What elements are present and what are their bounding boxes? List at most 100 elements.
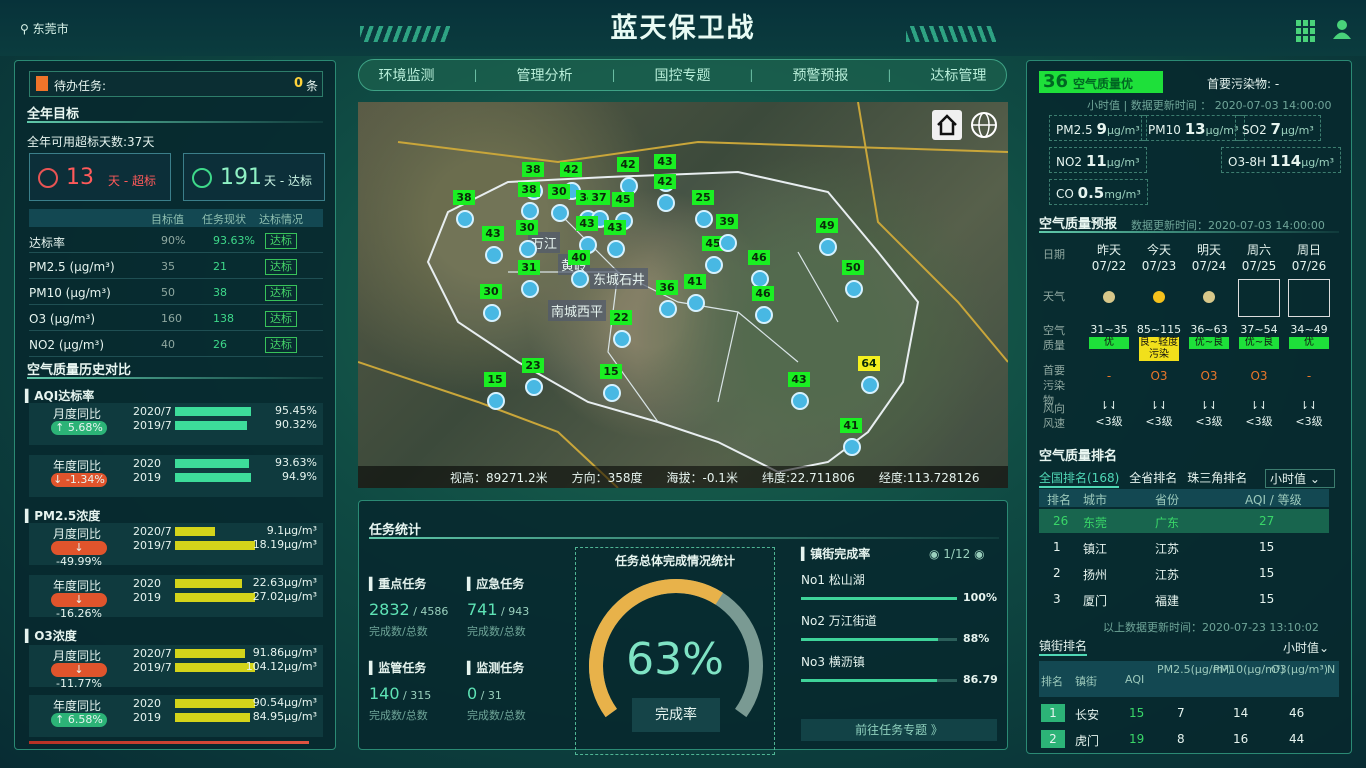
tab-province[interactable]: 全省排名 [1129,469,1177,488]
station-marker[interactable]: 42 [617,157,639,172]
pollutant-value: 7 [1270,120,1281,138]
tab-national[interactable]: 全国排名(168) [1039,469,1120,488]
station-pin-icon[interactable] [687,294,705,312]
station-marker[interactable]: 46 [752,286,774,301]
rank-period-select[interactable]: 小时值 ⌄ [1265,469,1335,488]
station-marker[interactable]: 22 [610,310,632,325]
town-rank-row[interactable]: 2 虎门 19 8 16 44 [1039,727,1339,751]
rank-row[interactable]: 26 东莞 广东 27 [1039,509,1329,533]
task-item[interactable]: ▍应急任务 741 / 943 完成数/总数 [467,575,559,639]
station-marker[interactable]: 40 [568,250,590,265]
station-pin-icon[interactable] [657,194,675,212]
forecast-pollutant: O3 [1150,369,1168,383]
station-pin-icon[interactable] [521,280,539,298]
station-pin-icon[interactable] [525,378,543,396]
pollutant-item: PM10 13μg/m³ [1141,115,1246,141]
station-marker[interactable]: 42 [654,174,676,189]
station-marker[interactable]: 41 [684,274,706,289]
rank-row[interactable]: 1 镇江 江苏 15 [1039,535,1329,559]
station-pin-icon[interactable] [613,330,631,348]
station-pin-icon[interactable] [791,392,809,410]
station-marker[interactable]: 30 [516,220,538,235]
station-pin-icon[interactable] [695,210,713,228]
station-marker[interactable]: 23 [522,358,544,373]
station-pin-icon[interactable] [603,384,621,402]
value-1: 93.63% [275,456,317,469]
station-marker[interactable]: 43 [604,220,626,235]
station-marker[interactable]: 38 [522,162,544,177]
town-period-select[interactable]: 小时值⌄ [1283,639,1329,656]
goal-row-name: PM10 (μg/m³) [29,286,111,300]
station-marker[interactable]: 37 [588,190,610,205]
station-marker[interactable]: 39 [716,214,738,229]
station-pin-icon[interactable] [571,270,589,288]
station-marker[interactable]: 46 [748,250,770,265]
nav-management[interactable]: 管理分析 [516,65,572,85]
task-item[interactable]: ▍监管任务 140 / 315 完成数/总数 [369,659,461,723]
station-pin-icon[interactable] [705,256,723,274]
station-marker[interactable]: 30 [480,284,502,299]
nav-warning[interactable]: 预警预报 [792,65,848,85]
home-icon[interactable] [932,110,962,140]
globe-icon[interactable] [969,110,999,140]
station-pin-icon[interactable] [755,306,773,324]
user-icon[interactable] [1332,18,1352,43]
station-pin-icon[interactable] [659,300,677,318]
station-marker[interactable]: 43 [482,226,504,241]
station-marker[interactable]: 15 [600,364,622,379]
station-marker[interactable]: 38 [518,182,540,197]
nav-env-monitor[interactable]: 环境监测 [378,65,434,85]
todo-count: 0 [294,76,304,91]
station-pin-icon[interactable] [719,234,737,252]
station-pin-icon[interactable] [519,240,537,258]
nav-national[interactable]: 国控专题 [654,65,710,85]
task-item[interactable]: ▍重点任务 2832 / 4586 完成数/总数 [369,575,461,639]
primary-pollutant: 首要污染物: - [1207,77,1280,91]
station-pin-icon[interactable] [551,204,569,222]
station-marker[interactable]: 43 [654,154,676,169]
station-pin-icon[interactable] [845,280,863,298]
station-marker[interactable]: 64 [858,356,880,371]
divider [27,121,323,123]
town-rank-title[interactable]: 镇街排名 [1039,637,1088,656]
rank-num: 1 [1053,540,1061,554]
goto-task-button[interactable]: 前往任务专题 》 [801,719,997,741]
station-marker[interactable]: 36 [656,280,678,295]
map-view[interactable]: 万江 南城西平 东城石井 黄岭 38 42 42 43 42 38 30 34 37 45 25 38… [358,102,1008,488]
station-pin-icon[interactable] [456,210,474,228]
station-pin-icon[interactable] [607,240,625,258]
over-days-value: 13 [66,165,94,190]
station-marker[interactable]: 42 [560,162,582,177]
station-marker[interactable]: 41 [840,418,862,433]
station-marker[interactable]: 43 [788,372,810,387]
apps-grid-icon[interactable] [1296,20,1318,42]
station-marker[interactable]: 43 [576,216,598,231]
station-marker[interactable]: 31 [518,260,540,275]
station-marker[interactable]: 38 [453,190,475,205]
rank-row[interactable]: 2 扬州 江苏 15 [1039,561,1329,585]
town-rank-row[interactable]: 1 长安 15 7 14 46 [1039,701,1339,725]
station-pin-icon[interactable] [521,202,539,220]
todo-box[interactable]: 待办任务: 0 条 [29,71,323,97]
town-name: No3 横沥镇 [801,655,865,669]
pollutant-unit: μg/m³ [1280,124,1314,137]
town-pager[interactable]: ◉ 1/12 ◉ [929,547,985,561]
rank-row[interactable]: 3 厦门 福建 15 [1039,587,1329,611]
tab-prd[interactable]: 珠三角排名 [1187,469,1247,488]
nav-compliance[interactable]: 达标管理 [930,65,986,85]
station-pin-icon[interactable] [861,376,879,394]
station-pin-icon[interactable] [843,438,861,456]
station-pin-icon[interactable] [487,392,505,410]
station-pin-icon[interactable] [483,304,501,322]
task-item[interactable]: ▍监测任务 0 / 31 完成数/总数 [467,659,559,723]
town-rank-pm10: 14 [1233,706,1249,720]
station-marker[interactable]: 30 [548,184,570,199]
station-marker[interactable]: 15 [484,372,506,387]
station-marker[interactable]: 25 [692,190,714,205]
forecast-range: 85~115 [1136,323,1182,336]
station-marker[interactable]: 45 [612,192,634,207]
station-marker[interactable]: 49 [816,218,838,233]
station-marker[interactable]: 50 [842,260,864,275]
station-pin-icon[interactable] [485,246,503,264]
station-pin-icon[interactable] [819,238,837,256]
